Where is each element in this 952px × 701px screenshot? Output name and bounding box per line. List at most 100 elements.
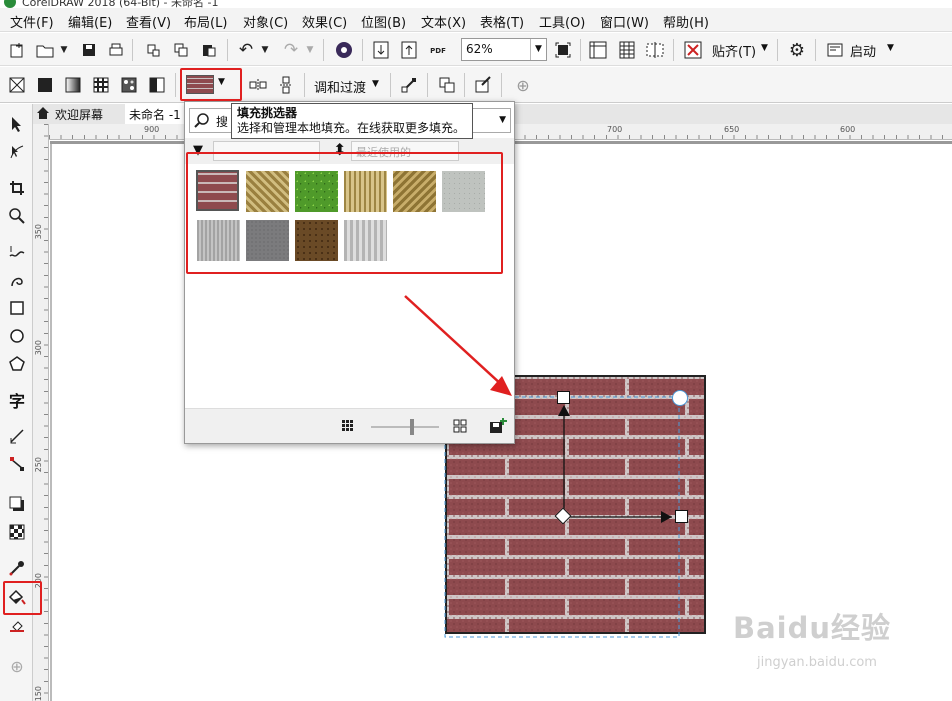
vector-pattern-fill-icon[interactable]	[90, 74, 112, 96]
show-guidelines-icon[interactable]	[644, 39, 666, 61]
fill-search-placeholder: 搜	[216, 115, 229, 129]
new-document-icon[interactable]	[6, 39, 28, 61]
menu-effects[interactable]: 效果(C)	[302, 12, 347, 31]
open-dropdown-icon[interactable]: ▼	[58, 39, 70, 61]
fill-picker-footer	[185, 408, 514, 443]
menu-view[interactable]: 查看(V)	[126, 12, 171, 31]
property-bar: ▼ 调和过渡 ▼ ⊕	[0, 67, 952, 103]
bitmap-pattern-fill-icon[interactable]	[118, 74, 140, 96]
highlight-interactive-fill-tool	[3, 581, 42, 615]
artistic-media-tool-icon[interactable]	[5, 268, 29, 292]
add-preset-icon[interactable]: ⊕	[512, 74, 534, 96]
full-screen-icon[interactable]	[552, 39, 574, 61]
transform-with-object-icon[interactable]	[398, 74, 420, 96]
thumbnail-size-slider[interactable]	[371, 426, 439, 428]
redo-icon: ↷	[283, 40, 299, 60]
text-tool-icon[interactable]: 字	[5, 388, 29, 412]
shape-tool-icon[interactable]	[5, 140, 29, 164]
snap-to-icon[interactable]	[682, 39, 704, 61]
import-icon[interactable]	[370, 39, 392, 61]
two-color-fill-icon[interactable]	[146, 74, 168, 96]
save-fill-icon[interactable]	[489, 417, 507, 438]
watermark-brand-text: Baidu经验	[733, 611, 892, 645]
v-ruler-tick: 300	[34, 340, 43, 356]
export-icon[interactable]	[398, 39, 420, 61]
zoom-tool-icon[interactable]	[5, 204, 29, 228]
blend-transition-label[interactable]: 调和过渡	[314, 77, 366, 96]
show-rulers-icon[interactable]	[587, 39, 609, 61]
save-icon[interactable]	[78, 39, 100, 61]
edit-fill-icon[interactable]	[472, 74, 494, 96]
no-fill-icon[interactable]	[6, 74, 28, 96]
drop-shadow-tool-icon[interactable]	[5, 492, 29, 516]
menu-window[interactable]: 窗口(W)	[600, 12, 649, 31]
fill-handle-right[interactable]	[675, 510, 688, 523]
v-ruler-tick: 150	[34, 686, 43, 701]
undo-dropdown-icon[interactable]: ▼	[259, 39, 271, 61]
launch-label[interactable]: 启动	[850, 41, 876, 60]
h-ruler-tick: 650	[724, 125, 740, 134]
snap-to-label[interactable]: 贴齐(T)	[712, 41, 756, 60]
pick-tool-icon[interactable]	[5, 112, 29, 136]
freehand-tool-icon[interactable]	[5, 240, 29, 264]
connector-tool-icon[interactable]	[5, 452, 29, 476]
paste-icon[interactable]	[198, 39, 220, 61]
polygon-tool-icon[interactable]	[5, 352, 29, 376]
snap-dropdown-icon[interactable]: ▼	[761, 43, 768, 53]
zoom-dropdown-icon[interactable]: ▼	[530, 39, 546, 60]
zoom-level-combo[interactable]: 62% ▼	[461, 38, 547, 61]
watermark-brand: Baidu经验	[733, 605, 891, 647]
print-icon[interactable]	[105, 39, 127, 61]
uniform-fill-icon[interactable]	[34, 74, 56, 96]
smart-fill-tool-icon[interactable]	[5, 613, 29, 637]
tooltip-description: 选择和管理本地填充。在线获取更多填充。	[237, 121, 466, 135]
menu-object[interactable]: 对象(C)	[243, 12, 288, 31]
fountain-fill-icon[interactable]	[62, 74, 84, 96]
rectangle-tool-icon[interactable]	[5, 296, 29, 320]
undo-icon[interactable]: ↶	[235, 39, 257, 61]
open-folder-icon[interactable]	[34, 39, 56, 61]
publish-pdf-icon[interactable]: PDF	[426, 41, 450, 61]
search-scope-dropdown-icon[interactable]: ▼	[499, 115, 506, 125]
copy-icon[interactable]	[170, 39, 192, 61]
menu-bitmaps[interactable]: 位图(B)	[361, 12, 406, 31]
menu-layout[interactable]: 布局(L)	[184, 12, 227, 31]
app-logo-icon	[4, 0, 16, 8]
launch-dropdown-icon[interactable]: ▼	[887, 43, 894, 53]
small-thumbnails-icon[interactable]	[341, 419, 355, 436]
add-tool-icon[interactable]: ⊕	[5, 654, 29, 678]
large-thumbnails-icon[interactable]	[453, 419, 467, 436]
home-icon	[36, 106, 50, 123]
parallel-dimension-tool-icon[interactable]	[5, 424, 29, 448]
copy-fill-icon[interactable]	[436, 74, 458, 96]
menu-tools[interactable]: 工具(O)	[539, 12, 585, 31]
ellipse-tool-icon[interactable]	[5, 324, 29, 348]
menu-bar: 文件(F) 编辑(E) 查看(V) 布局(L) 对象(C) 效果(C) 位图(B…	[0, 8, 952, 32]
menu-text[interactable]: 文本(X)	[421, 12, 466, 31]
window-title: CorelDRAW 2018 (64-Bit) - 未命名 -1	[22, 0, 219, 8]
tab-welcome-screen[interactable]: 欢迎屏幕	[33, 104, 125, 124]
show-grid-icon[interactable]	[616, 39, 638, 61]
crop-tool-icon[interactable]	[5, 176, 29, 200]
fill-handle-corner[interactable]	[672, 390, 688, 406]
watermark-url: jingyan.baidu.com	[757, 655, 877, 670]
menu-edit[interactable]: 编辑(E)	[68, 12, 112, 31]
thumbnail-size-slider-thumb[interactable]	[410, 419, 414, 435]
launch-app-icon[interactable]	[824, 39, 846, 61]
corel-connect-icon[interactable]	[333, 39, 355, 61]
tab-document[interactable]: 未命名 -1	[125, 104, 185, 124]
menu-file[interactable]: 文件(F)	[10, 12, 54, 31]
blend-dropdown-icon[interactable]: ▼	[372, 79, 379, 89]
mirror-tiles-vertical-icon[interactable]	[275, 74, 297, 96]
title-bar: CorelDRAW 2018 (64-Bit) - 未命名 -1	[0, 0, 952, 8]
h-ruler-tick: 600	[840, 125, 856, 134]
fill-handle-top[interactable]	[557, 391, 570, 404]
menu-help[interactable]: 帮助(H)	[663, 12, 709, 31]
page-border	[50, 141, 52, 701]
options-gear-icon[interactable]: ⚙	[786, 39, 808, 61]
mirror-tiles-horizontal-icon[interactable]	[247, 74, 269, 96]
transparency-tool-icon[interactable]	[5, 520, 29, 544]
cut-icon[interactable]	[142, 39, 164, 61]
menu-table[interactable]: 表格(T)	[480, 12, 524, 31]
eyedropper-tool-icon[interactable]	[5, 556, 29, 580]
